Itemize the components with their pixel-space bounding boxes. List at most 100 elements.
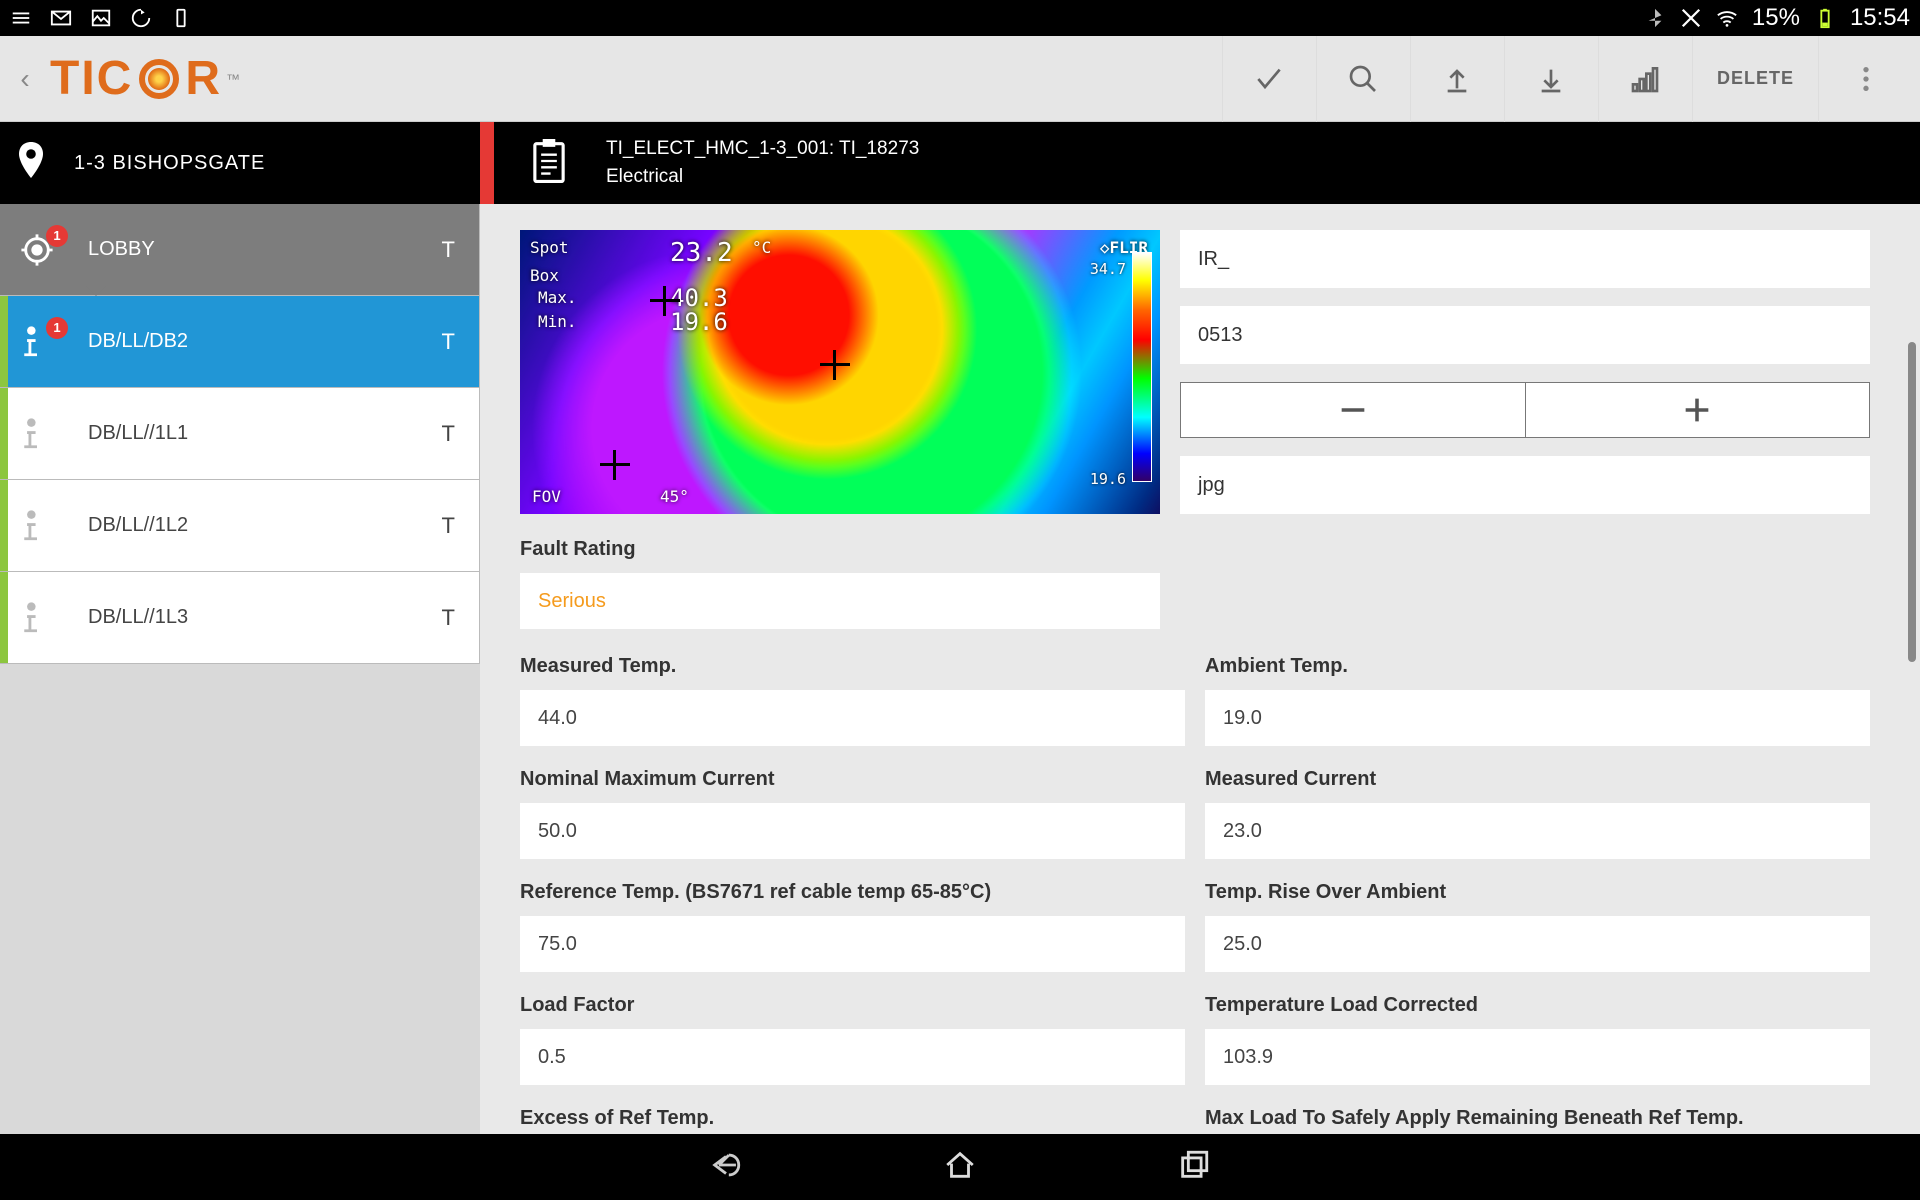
back-button[interactable]: ‹: [8, 63, 42, 95]
location-title: 1-3 BISHOPSGATE: [74, 152, 265, 175]
battery-percent: 15%: [1752, 4, 1800, 32]
sidebar-item-label: DB/LL/DB2: [88, 330, 188, 353]
ambient-temp-field[interactable]: 19.0: [1205, 690, 1870, 746]
image-ext-field[interactable]: jpg: [1180, 456, 1870, 514]
status-strip: [0, 296, 8, 387]
thermal-max-label: Max.: [538, 288, 577, 307]
thermal-min-label: Min.: [538, 312, 577, 331]
image-prefix-field[interactable]: IR_: [1180, 230, 1870, 288]
nav-recent-button[interactable]: [1177, 1148, 1211, 1187]
sidebar-item-1l3[interactable]: DB/LL//1L3 T: [0, 572, 479, 664]
increment-button[interactable]: [1526, 382, 1871, 438]
max-load-safe-label: Max Load To Safely Apply Remaining Benea…: [1205, 1107, 1870, 1130]
t-indicator: T: [442, 513, 455, 539]
thermal-unit: °C: [752, 238, 771, 257]
thermal-spot-value: 23.2: [670, 238, 733, 268]
reference-temp-label: Reference Temp. (BS7671 ref cable temp 6…: [520, 881, 1185, 904]
android-status-bar: 15% 15:54: [0, 0, 1920, 36]
measured-current-field[interactable]: 23.0: [1205, 803, 1870, 859]
temp-rise-field[interactable]: 25.0: [1205, 916, 1870, 972]
badge-count: 1: [46, 225, 68, 247]
main-content: TI_ELECT_HMC_1-3_001: TI_18273 Electrica…: [480, 122, 1920, 1134]
wifi-icon: [1716, 7, 1738, 29]
location-pin-icon: [16, 142, 46, 184]
decrement-button[interactable]: [1180, 382, 1526, 438]
nominal-max-current-field[interactable]: 50.0: [520, 803, 1185, 859]
bluetooth-icon: [1644, 7, 1666, 29]
nav-back-button[interactable]: [709, 1148, 743, 1187]
thermal-fov-value: 45°: [660, 487, 689, 506]
scrollbar-thumb[interactable]: [1908, 342, 1916, 662]
thermal-image[interactable]: Spot 23.2 °C Box Max. 40.3 Min. 19.6 FOV…: [520, 230, 1160, 514]
thermal-box-label: Box: [530, 266, 559, 285]
device-icon: [170, 7, 192, 29]
download-button[interactable]: [1504, 36, 1598, 122]
info-icon: [20, 417, 54, 451]
location-header[interactable]: 1-3 BISHOPSGATE: [0, 122, 480, 204]
clipboard-icon: [518, 139, 568, 188]
measured-temp-label: Measured Temp.: [520, 655, 1185, 678]
badge-count: 1: [46, 317, 68, 339]
image-number-field[interactable]: 0513: [1180, 306, 1870, 364]
app-header: ‹ TICR™ DELETE: [0, 36, 1920, 122]
crosshair-icon: [820, 350, 850, 380]
ticor-logo: TICR™: [50, 51, 240, 106]
sidebar-item-lobby[interactable]: 1 LOBBY T: [0, 204, 479, 296]
mute-icon: [1680, 7, 1702, 29]
confirm-button[interactable]: [1222, 36, 1316, 122]
thermal-spot-label: Spot: [530, 238, 569, 257]
ambient-temp-label: Ambient Temp.: [1205, 655, 1870, 678]
temp-rise-label: Temp. Rise Over Ambient: [1205, 881, 1870, 904]
status-strip: [0, 480, 8, 571]
upload-button[interactable]: [1410, 36, 1504, 122]
measured-current-label: Measured Current: [1205, 768, 1870, 791]
sidebar: 1-3 BISHOPSGATE 1 LOBBY T 1 DB/LL/DB2 T: [0, 122, 480, 1134]
thermal-color-scale: [1132, 252, 1152, 482]
fault-rating-label: Fault Rating: [520, 538, 1160, 561]
scale-high: 34.7: [1090, 260, 1126, 278]
excess-ref-temp-label: Excess of Ref Temp.: [520, 1107, 1185, 1130]
load-factor-field[interactable]: 0.5: [520, 1029, 1185, 1085]
reference-temp-field[interactable]: 75.0: [520, 916, 1185, 972]
temp-load-corrected-label: Temperature Load Corrected: [1205, 994, 1870, 1017]
sidebar-item-label: LOBBY: [88, 238, 155, 261]
record-category: Electrical: [606, 166, 919, 188]
sync-icon: [130, 7, 152, 29]
t-indicator: T: [442, 421, 455, 447]
sidebar-item-label: DB/LL//1L2: [88, 514, 188, 537]
load-factor-label: Load Factor: [520, 994, 1185, 1017]
measured-temp-field[interactable]: 44.0: [520, 690, 1185, 746]
battery-icon: [1814, 7, 1836, 29]
nominal-max-current-label: Nominal Maximum Current: [520, 768, 1185, 791]
delete-button[interactable]: DELETE: [1692, 36, 1818, 122]
record-header: TI_ELECT_HMC_1-3_001: TI_18273 Electrica…: [480, 122, 1920, 204]
temp-load-corrected-field[interactable]: 103.9: [1205, 1029, 1870, 1085]
image-icon: [90, 7, 112, 29]
status-strip: [0, 572, 8, 663]
t-indicator: T: [442, 605, 455, 631]
clock-time: 15:54: [1850, 4, 1910, 32]
signal-button[interactable]: [1598, 36, 1692, 122]
info-icon: [20, 601, 54, 635]
sidebar-item-1l1[interactable]: DB/LL//1L1 T: [0, 388, 479, 480]
sidebar-item-label: DB/LL//1L1: [88, 422, 188, 445]
severity-strip: [480, 122, 494, 204]
scale-low: 19.6: [1090, 470, 1126, 488]
t-indicator: T: [442, 329, 455, 355]
sidebar-item-db2[interactable]: 1 DB/LL/DB2 T: [0, 296, 479, 388]
mail-icon: [50, 7, 72, 29]
search-button[interactable]: [1316, 36, 1410, 122]
android-nav-bar: [0, 1134, 1920, 1200]
crosshair-icon: [650, 286, 680, 316]
thermal-fov-label: FOV: [532, 487, 561, 506]
nav-home-button[interactable]: [943, 1148, 977, 1187]
fault-rating-field[interactable]: Serious: [520, 573, 1160, 629]
menu-icon: [10, 7, 32, 29]
info-icon: [20, 509, 54, 543]
sidebar-item-label: DB/LL//1L3: [88, 606, 188, 629]
overflow-menu-button[interactable]: [1818, 36, 1912, 122]
status-strip: [0, 388, 8, 479]
t-indicator: T: [442, 237, 455, 263]
sidebar-item-1l2[interactable]: DB/LL//1L2 T: [0, 480, 479, 572]
crosshair-icon: [600, 450, 630, 480]
